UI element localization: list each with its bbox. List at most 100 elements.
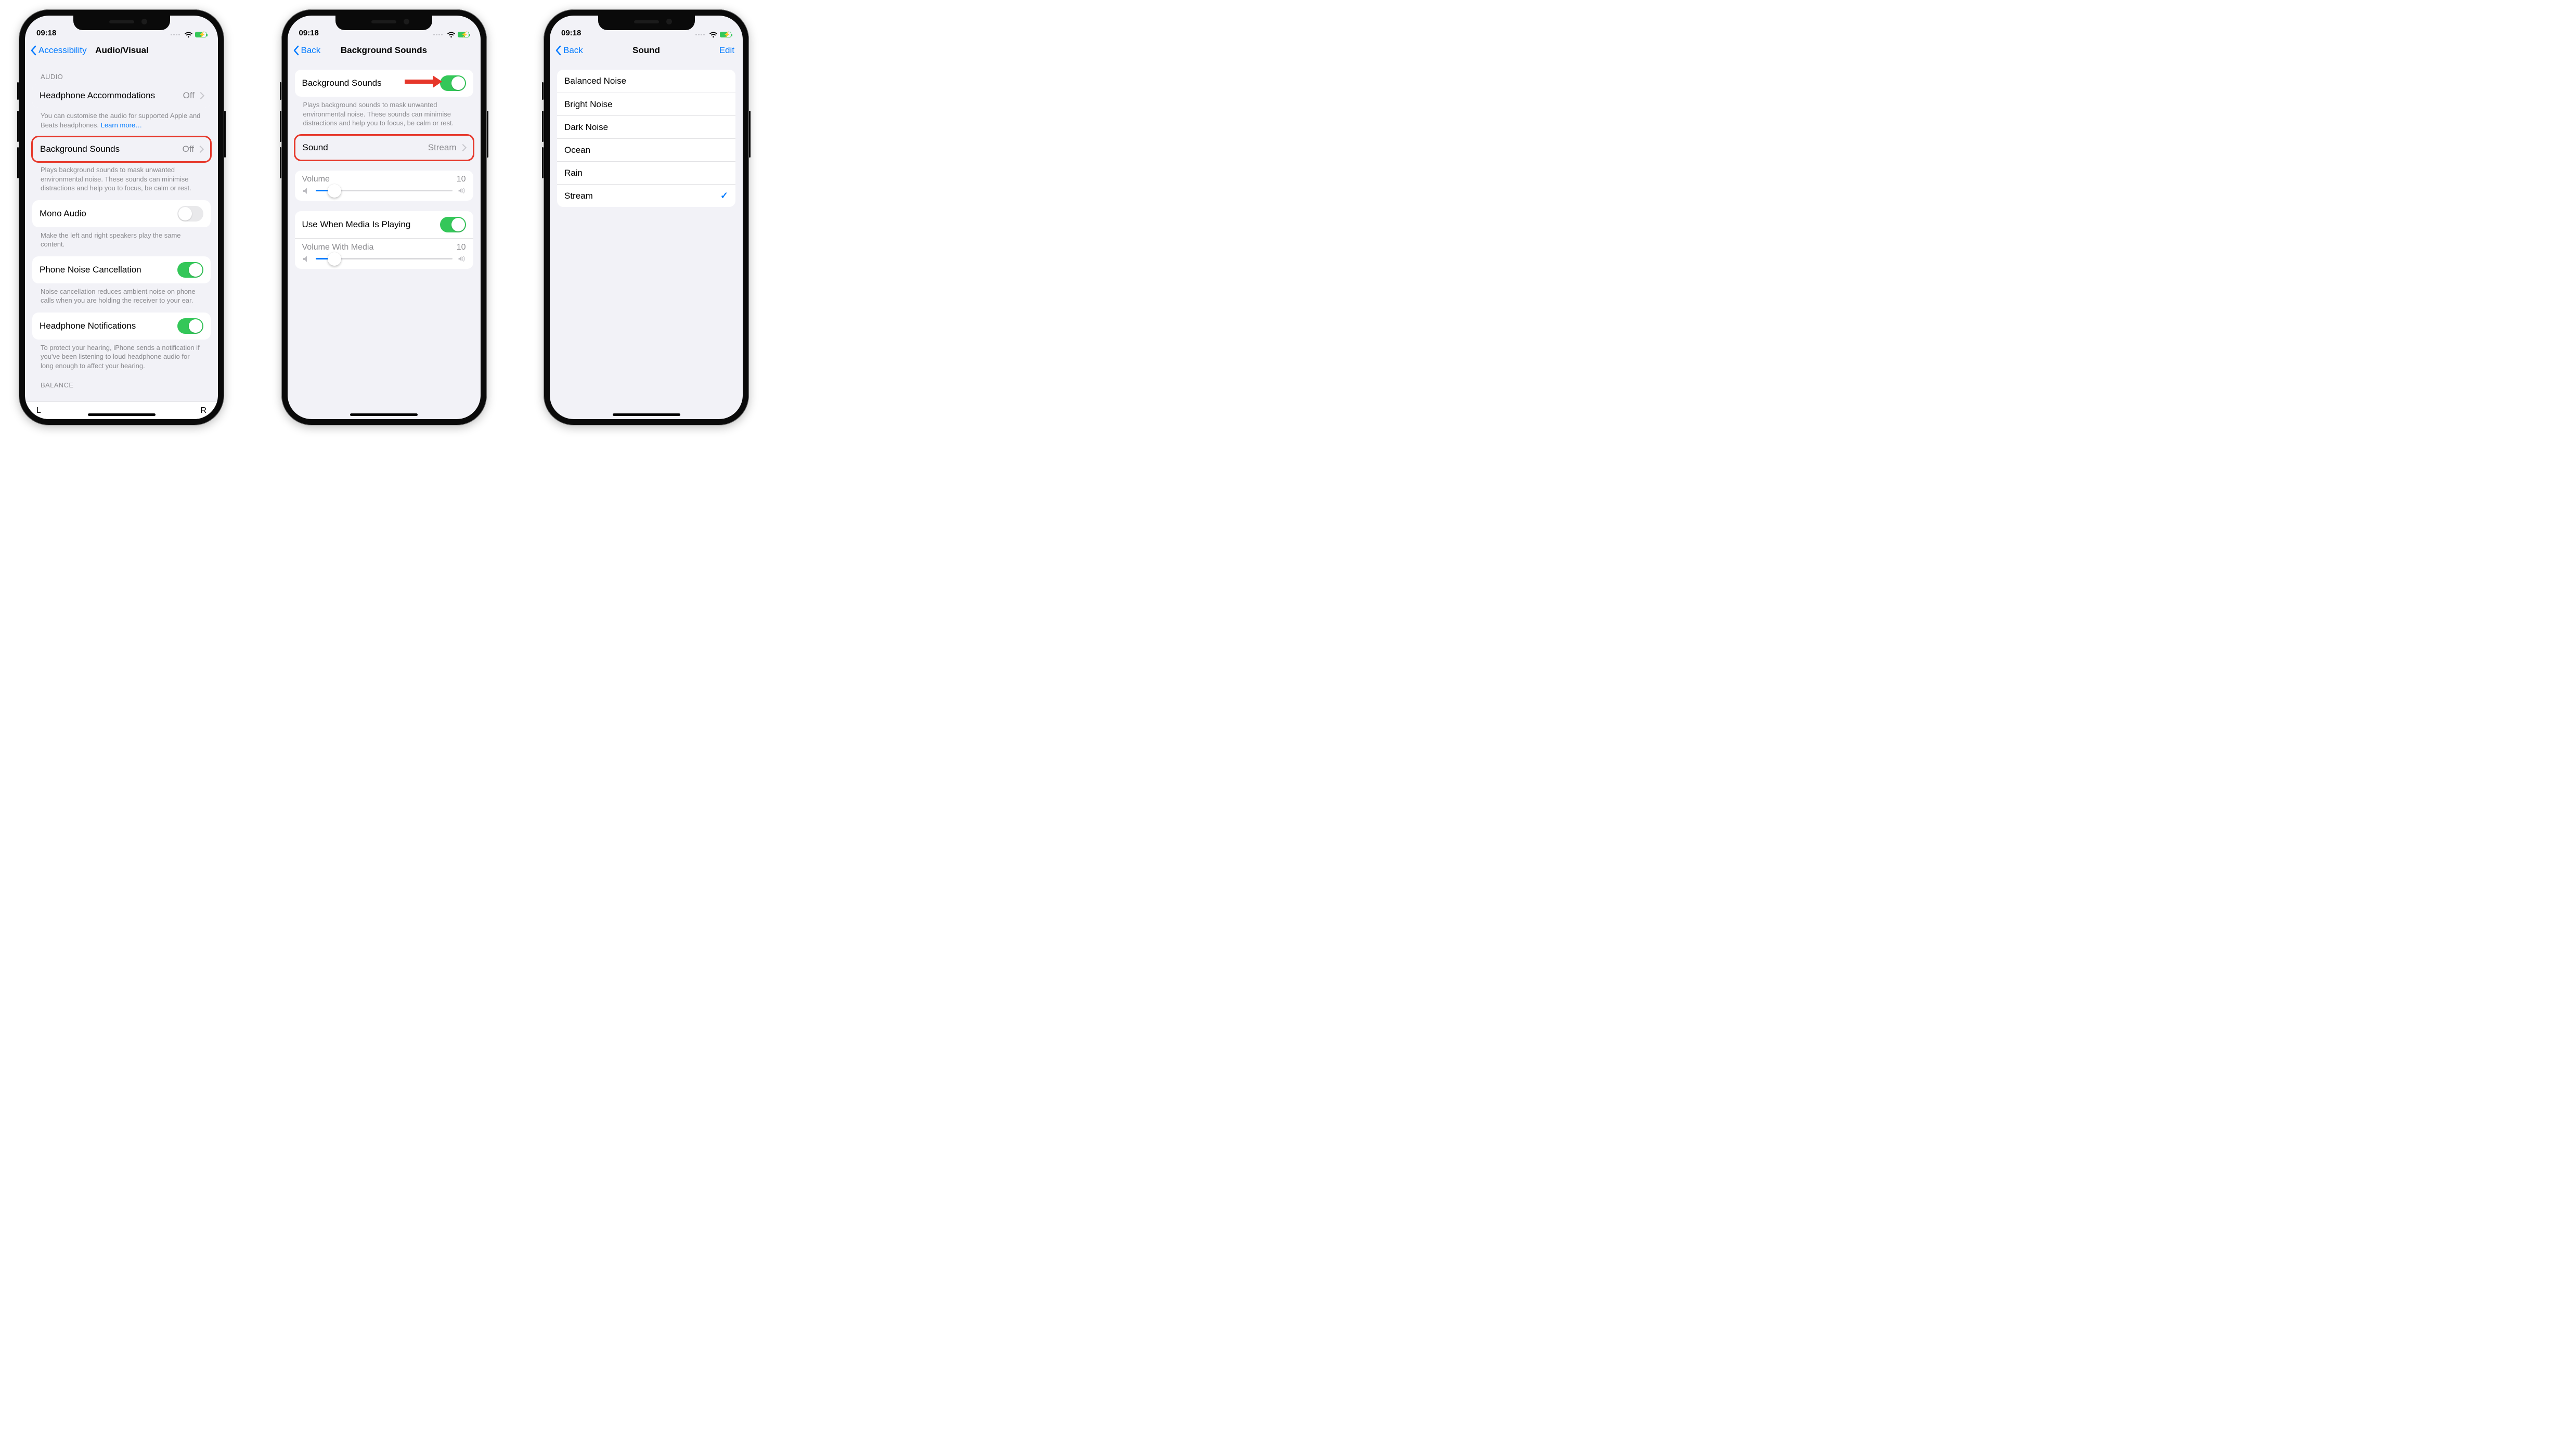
notch <box>73 16 170 30</box>
back-label: Back <box>301 45 321 56</box>
volume-slider[interactable] <box>316 190 453 191</box>
settings-content[interactable]: Balanced Noise Bright Noise Dark Noise Ocea… <box>550 62 743 419</box>
notch <box>598 16 695 30</box>
sound-option-row[interactable]: Bright Noise <box>557 93 735 115</box>
option-label: Rain <box>564 168 583 178</box>
learn-more-link[interactable]: Learn more… <box>101 121 142 129</box>
row-use-when-media-playing[interactable]: Use When Media Is Playing <box>295 211 473 238</box>
section-header-audio: AUDIO <box>32 62 211 84</box>
footer-note-toggle: Plays background sounds to mask unwanted… <box>295 97 473 128</box>
chevron-back-icon <box>555 45 561 56</box>
back-button[interactable]: Back <box>555 45 632 56</box>
sound-option-row[interactable]: Dark Noise <box>557 115 735 138</box>
row-volume[interactable]: Volume 10 <box>295 171 473 201</box>
sound-option-row[interactable]: Rain <box>557 161 735 184</box>
switch-mono-audio[interactable] <box>177 206 203 222</box>
option-label: Bright Noise <box>564 99 613 110</box>
slider-value: 10 <box>457 175 466 184</box>
cellular-dots-icon <box>433 34 443 35</box>
nav-bar: Back Sound Edit <box>550 38 743 62</box>
row-label: Background Sounds <box>40 144 120 154</box>
row-background-sounds[interactable]: Background Sounds Off <box>33 137 210 161</box>
home-indicator[interactable] <box>613 413 680 416</box>
slider-value: 10 <box>457 243 466 252</box>
switch-headphone-notifications[interactable] <box>177 318 203 334</box>
footer-note-headnotif: To protect your hearing, iPhone sends a … <box>32 340 211 371</box>
cellular-dots-icon <box>695 34 705 35</box>
home-indicator[interactable] <box>350 413 418 416</box>
nav-bar: Back Background Sounds <box>288 38 481 62</box>
row-label: Headphone Notifications <box>40 321 136 331</box>
option-label: Ocean <box>564 145 590 155</box>
balance-bar: L R <box>25 401 218 419</box>
page-title: Audio/Visual <box>94 45 149 56</box>
row-background-sounds-toggle[interactable]: Background Sounds <box>295 70 473 97</box>
switch-use-when-media[interactable] <box>440 217 466 232</box>
row-volume-with-media[interactable]: Volume With Media 10 <box>295 238 473 269</box>
speaker-high-icon <box>458 187 466 194</box>
row-value: Off <box>183 90 195 101</box>
slider-label: Volume With Media <box>302 243 374 252</box>
switch-noise-cancellation[interactable] <box>177 262 203 278</box>
footer-note-bgsounds: Plays background sounds to mask unwanted… <box>32 162 211 193</box>
sound-option-row[interactable]: Balanced Noise <box>557 70 735 93</box>
chevron-back-icon <box>30 45 36 56</box>
chevron-back-icon <box>293 45 299 56</box>
sound-options-list: Balanced Noise Bright Noise Dark Noise Ocea… <box>557 70 735 207</box>
option-label: Balanced Noise <box>564 76 626 86</box>
phone-mockup-2: 09:18 ⚡ Back Background Sounds <box>281 9 487 425</box>
row-mono-audio[interactable]: Mono Audio <box>32 200 211 227</box>
row-label: Background Sounds <box>302 78 382 88</box>
back-label: Accessibility <box>38 45 87 56</box>
nav-bar: Accessibility Audio/Visual <box>25 38 218 62</box>
page-title: Background Sounds <box>341 45 427 56</box>
balance-right-label: R <box>200 406 206 415</box>
settings-content[interactable]: AUDIO Headphone Accommodations Off You c… <box>25 62 218 419</box>
sound-option-row[interactable]: Ocean <box>557 138 735 161</box>
wifi-icon <box>447 31 456 37</box>
row-label: Headphone Accommodations <box>40 90 155 101</box>
speaker-low-icon <box>302 187 311 194</box>
switch-background-sounds[interactable] <box>440 75 466 91</box>
home-indicator[interactable] <box>88 413 156 416</box>
option-label: Dark Noise <box>564 122 608 133</box>
row-label: Phone Noise Cancellation <box>40 265 141 275</box>
row-label: Mono Audio <box>40 209 86 219</box>
wifi-icon <box>709 31 718 37</box>
row-value: Off <box>183 144 194 154</box>
back-label: Back <box>563 45 583 56</box>
settings-content[interactable]: Background Sounds Plays background sound… <box>288 62 481 419</box>
volume-media-slider[interactable] <box>316 258 453 259</box>
speaker-high-icon <box>458 255 466 263</box>
sound-option-row[interactable]: Stream ✓ <box>557 184 735 207</box>
option-label: Stream <box>564 191 593 201</box>
status-time: 09:18 <box>561 29 581 37</box>
row-headphone-accommodations[interactable]: Headphone Accommodations Off <box>32 84 211 108</box>
checkmark-icon: ✓ <box>720 190 728 201</box>
edit-button[interactable]: Edit <box>660 45 738 56</box>
back-button[interactable]: Accessibility <box>30 45 94 56</box>
battery-charging-icon: ⚡ <box>458 32 469 37</box>
cellular-dots-icon <box>171 34 180 35</box>
footer-note-mono: Make the left and right speakers play th… <box>32 227 211 249</box>
status-time: 09:18 <box>36 29 56 37</box>
page-title: Sound <box>632 45 660 56</box>
row-headphone-notifications[interactable]: Headphone Notifications <box>32 313 211 340</box>
highlight-background-sounds: Background Sounds Off <box>31 136 212 163</box>
battery-charging-icon: ⚡ <box>720 32 731 37</box>
row-label: Use When Media Is Playing <box>302 219 411 230</box>
status-time: 09:18 <box>299 29 319 37</box>
back-button[interactable]: Back <box>293 45 341 56</box>
row-noise-cancellation[interactable]: Phone Noise Cancellation <box>32 256 211 283</box>
footer-note-headphone: You can customise the audio for supporte… <box>32 108 211 129</box>
phone-mockup-3: 09:18 ⚡ Back Sound Edit <box>544 9 749 425</box>
balance-left-label: L <box>36 406 41 415</box>
wifi-icon <box>184 31 193 37</box>
section-header-balance: BALANCE <box>32 371 211 392</box>
slider-label: Volume <box>302 175 330 184</box>
row-sound[interactable]: Sound Stream <box>295 136 473 160</box>
battery-charging-icon: ⚡ <box>195 32 206 37</box>
row-value: Stream <box>428 142 457 153</box>
highlight-sound-row: Sound Stream <box>294 134 474 161</box>
phone-mockup-1: 09:18 ⚡ Accessibility Audio/Visual <box>19 9 224 425</box>
